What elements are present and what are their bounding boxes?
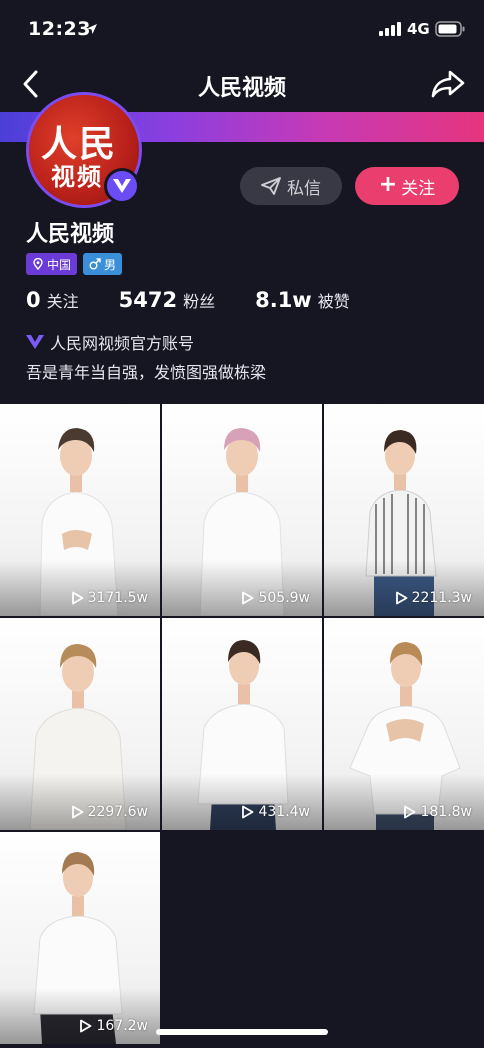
share-arrow-icon[interactable] — [430, 68, 466, 100]
play-count: 2211.3w — [395, 590, 472, 606]
location-pin-icon — [33, 258, 43, 270]
video-thumbnail[interactable]: 2211.3w — [324, 404, 484, 616]
following-stat[interactable]: 0 关注 — [26, 288, 79, 312]
play-count-text: 505.9w — [258, 590, 310, 606]
play-icon — [71, 805, 83, 819]
followers-label: 粉丝 — [183, 292, 216, 311]
video-thumbnail[interactable]: 167.2w — [0, 832, 160, 1044]
profile-bio: 吾是青年当自强，发愤图强做栋梁 — [26, 363, 267, 382]
verified-v-icon — [113, 179, 131, 193]
location-arrow-icon — [87, 24, 97, 34]
play-count: 2297.6w — [71, 804, 148, 820]
following-label: 关注 — [46, 292, 79, 311]
video-thumbnail[interactable]: 505.9w — [162, 404, 322, 616]
play-count-text: 2211.3w — [411, 590, 472, 606]
verified-badge — [104, 168, 140, 204]
video-thumbnail[interactable]: 181.8w — [324, 618, 484, 830]
gender-tag: 男 — [83, 253, 123, 275]
likes-count: 8.1w — [255, 288, 312, 312]
male-icon — [89, 258, 101, 270]
likes-stat[interactable]: 8.1w 被赞 — [255, 288, 350, 312]
play-icon — [242, 805, 254, 819]
profile-stats: 0 关注 5472 粉丝 8.1w 被赞 — [26, 288, 350, 312]
followers-count: 5472 — [118, 288, 178, 312]
play-count: 167.2w — [79, 1018, 148, 1034]
location-tag-label: 中国 — [47, 257, 72, 272]
play-icon — [404, 805, 416, 819]
follow-button-label: 关注 — [401, 178, 436, 199]
play-count: 181.8w — [403, 804, 472, 820]
message-button[interactable]: 私信 — [240, 167, 342, 205]
play-count-text: 167.2w — [96, 1018, 148, 1034]
paper-plane-icon — [261, 177, 281, 195]
play-count: 3171.5w — [71, 590, 148, 606]
plus-icon: + — [378, 172, 398, 197]
verified-text: 人民网视频官方账号 — [50, 334, 195, 353]
verified-v-icon — [26, 335, 44, 349]
battery-icon — [435, 21, 465, 37]
status-time: 12:23 — [28, 18, 91, 40]
video-thumbnail[interactable]: 2297.6w — [0, 618, 160, 830]
status-bar: 12:23 4G — [0, 0, 484, 56]
play-count-text: 181.8w — [420, 804, 472, 820]
follow-button[interactable]: + 关注 — [355, 167, 459, 205]
gender-tag-label: 男 — [104, 257, 117, 272]
video-thumbnail[interactable]: 431.4w — [162, 618, 322, 830]
play-count: 431.4w — [241, 804, 310, 820]
play-count-text: 3171.5w — [87, 590, 148, 606]
play-icon — [242, 591, 254, 605]
message-button-label: 私信 — [287, 178, 321, 199]
avatar-logo-text-2: 视频 — [51, 162, 103, 191]
location-tag: 中国 — [26, 253, 78, 275]
play-icon — [71, 591, 83, 605]
video-thumbnail[interactable]: 3171.5w — [0, 404, 160, 616]
play-icon — [395, 591, 407, 605]
following-count: 0 — [26, 288, 41, 312]
verification-line: 人民网视频官方账号 — [26, 330, 194, 354]
play-icon — [80, 1019, 92, 1033]
network-type: 4G — [407, 20, 430, 38]
profile-name: 人民视频 — [26, 222, 115, 247]
followers-stat[interactable]: 5472 粉丝 — [119, 288, 215, 312]
play-count: 505.9w — [241, 590, 310, 606]
play-count-text: 431.4w — [258, 804, 310, 820]
home-indicator[interactable] — [156, 1029, 328, 1035]
play-count-text: 2297.6w — [87, 804, 148, 820]
likes-label: 被赞 — [317, 292, 350, 311]
signal-icon — [379, 22, 401, 36]
profile-tags: 中国 男 — [26, 253, 123, 275]
